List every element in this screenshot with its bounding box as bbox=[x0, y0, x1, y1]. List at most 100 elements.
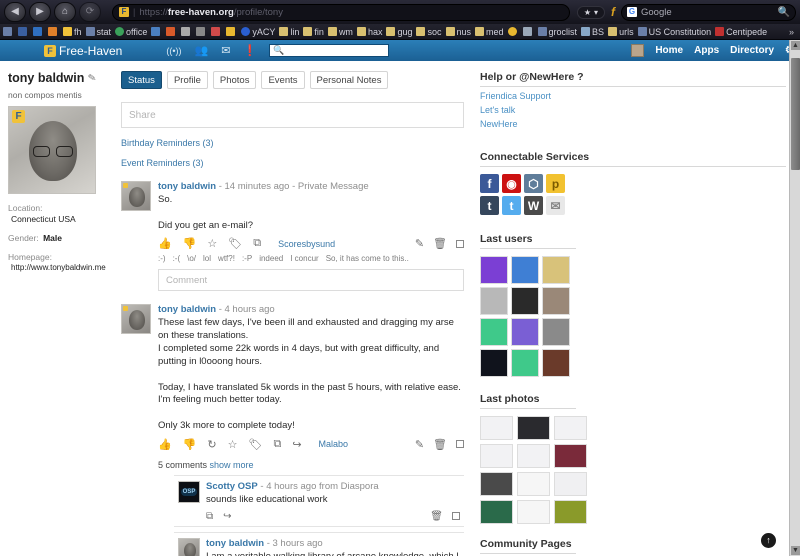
user-thumbnail[interactable] bbox=[480, 349, 508, 377]
user-thumbnail[interactable] bbox=[542, 256, 570, 284]
dislike-icon[interactable]: 👎 bbox=[183, 237, 197, 250]
bookmark-star-button[interactable]: ★ ▾ bbox=[577, 6, 605, 19]
bookmark-item[interactable] bbox=[166, 27, 177, 36]
tumblr-icon[interactable]: t bbox=[480, 196, 499, 215]
flash-plugin-icon[interactable]: f bbox=[608, 5, 618, 19]
post-location-link[interactable]: Scoresbysund bbox=[278, 239, 335, 249]
photo-thumbnail[interactable] bbox=[480, 444, 513, 468]
contacts-icon[interactable]: 👥 bbox=[195, 44, 209, 57]
bookmark-item[interactable] bbox=[226, 27, 237, 36]
photo-thumbnail[interactable] bbox=[480, 500, 513, 524]
twitter-icon[interactable]: t bbox=[502, 196, 521, 215]
bookmark-item[interactable]: med bbox=[475, 27, 504, 37]
photo-thumbnail[interactable] bbox=[554, 444, 587, 468]
photo-thumbnail[interactable] bbox=[554, 416, 587, 440]
emoji-indeed[interactable]: indeed bbox=[259, 254, 283, 263]
user-thumbnail[interactable] bbox=[542, 349, 570, 377]
bookmark-item[interactable] bbox=[508, 27, 519, 36]
home-button[interactable]: ⌂ bbox=[54, 2, 76, 22]
emoji-tongue[interactable]: :-P bbox=[242, 254, 252, 263]
bookmark-item[interactable]: office bbox=[115, 27, 147, 37]
photo-thumbnail[interactable] bbox=[480, 416, 513, 440]
bookmark-item[interactable]: US Constitution bbox=[638, 27, 712, 37]
tab-status[interactable]: Status bbox=[121, 71, 162, 89]
avatar[interactable] bbox=[121, 181, 151, 211]
photo-thumbnail[interactable] bbox=[480, 472, 513, 496]
page-scrollbar[interactable]: ▲ ▼ bbox=[789, 40, 800, 556]
tag-icon[interactable]: 🏷 bbox=[228, 237, 242, 250]
tab-personal-notes[interactable]: Personal Notes bbox=[310, 71, 389, 89]
browser-search-box[interactable]: G Google 🔍 bbox=[621, 4, 796, 21]
photo-thumbnail[interactable] bbox=[554, 472, 587, 496]
bookmark-item[interactable]: fin bbox=[303, 27, 324, 37]
scroll-down-arrow-icon[interactable]: ▼ bbox=[791, 546, 800, 555]
user-thumbnail[interactable] bbox=[511, 256, 539, 284]
photo-thumbnail[interactable] bbox=[517, 472, 550, 496]
save-icon[interactable]: ⧉ bbox=[206, 511, 213, 522]
bookmark-overflow-button[interactable]: » bbox=[789, 27, 797, 37]
tab-profile[interactable]: Profile bbox=[167, 71, 208, 89]
share-icon[interactable]: ↪ bbox=[223, 511, 231, 522]
bookmark-item[interactable]: hax bbox=[357, 27, 383, 37]
nav-directory[interactable]: Directory bbox=[730, 45, 774, 56]
scroll-thumb[interactable] bbox=[791, 58, 800, 170]
messages-icon[interactable]: ✉ bbox=[221, 44, 230, 57]
photo-thumbnail[interactable] bbox=[517, 444, 550, 468]
bookmark-item[interactable]: stat bbox=[86, 27, 112, 37]
bookmark-item[interactable] bbox=[211, 27, 222, 36]
photo-thumbnail[interactable] bbox=[554, 500, 587, 524]
star-icon[interactable]: ☆ bbox=[228, 438, 238, 451]
emoji-lol[interactable]: lol bbox=[203, 254, 211, 263]
emoji-smile[interactable]: :-) bbox=[158, 254, 166, 263]
bookmark-item[interactable]: soc bbox=[416, 27, 441, 37]
user-thumbnail[interactable] bbox=[542, 287, 570, 315]
diaspora-icon[interactable]: ◉ bbox=[502, 174, 521, 193]
emoji-frown[interactable]: :-( bbox=[173, 254, 181, 263]
show-more-link[interactable]: show more bbox=[210, 460, 254, 470]
scroll-up-arrow-icon[interactable]: ▲ bbox=[791, 41, 800, 50]
select-checkbox[interactable] bbox=[456, 240, 464, 248]
profile-homepage-link[interactable]: http://www.tonybaldwin.me bbox=[8, 263, 107, 272]
bookmark-item[interactable]: wm bbox=[328, 27, 353, 37]
address-bar[interactable]: F | https://free-haven.org/profile/tony bbox=[112, 4, 570, 21]
avatar[interactable] bbox=[121, 304, 151, 334]
share-input[interactable]: Share bbox=[121, 102, 464, 128]
select-checkbox[interactable] bbox=[452, 512, 460, 520]
delete-icon[interactable]: 🗑 bbox=[433, 237, 447, 250]
facebook-icon[interactable]: f bbox=[480, 174, 499, 193]
photo-thumbnail[interactable] bbox=[517, 416, 550, 440]
scroll-to-top-button[interactable]: ↑ bbox=[761, 533, 776, 548]
user-thumbnail[interactable] bbox=[480, 318, 508, 346]
bookmark-item[interactable] bbox=[18, 27, 29, 36]
like-icon[interactable]: 👍 bbox=[158, 438, 172, 451]
help-link-newhere[interactable]: NewHere bbox=[480, 119, 786, 129]
search-icon[interactable]: 🔍 bbox=[778, 7, 790, 18]
reload-button[interactable]: ⟳ bbox=[79, 2, 101, 22]
bookmark-item[interactable] bbox=[3, 27, 14, 36]
bookmark-item[interactable]: gug bbox=[386, 27, 412, 37]
delete-icon[interactable]: 🗑 bbox=[430, 511, 443, 522]
statusnet-icon[interactable]: ⬡ bbox=[524, 174, 543, 193]
wordpress-icon[interactable]: W bbox=[524, 196, 543, 215]
comment-author-link[interactable]: tony baldwin bbox=[206, 538, 264, 549]
save-icon[interactable]: ⧉ bbox=[253, 237, 261, 250]
post-author-link[interactable]: tony baldwin bbox=[158, 181, 216, 192]
site-brand[interactable]: F Free-Haven bbox=[44, 44, 122, 58]
post-location-link[interactable]: Malabo bbox=[319, 439, 349, 449]
bookmark-item[interactable]: nus bbox=[446, 27, 472, 37]
bookmark-item[interactable]: BS bbox=[581, 27, 604, 37]
select-checkbox[interactable] bbox=[456, 440, 464, 448]
birthday-reminders-link[interactable]: Birthday Reminders (3) bbox=[121, 138, 464, 148]
bookmark-item[interactable]: lin bbox=[279, 27, 299, 37]
bookmark-item[interactable] bbox=[48, 27, 59, 36]
user-thumbnail[interactable] bbox=[511, 349, 539, 377]
bookmark-item[interactable]: urls bbox=[608, 27, 634, 37]
network-icon[interactable]: ((•)) bbox=[166, 46, 181, 56]
emoji-concur[interactable]: I concur bbox=[290, 254, 318, 263]
repost-icon[interactable]: ↻ bbox=[207, 438, 216, 451]
profile-photo[interactable]: F bbox=[8, 106, 96, 194]
help-link-lets-talk[interactable]: Let's talk bbox=[480, 105, 786, 115]
user-thumbnail[interactable] bbox=[480, 256, 508, 284]
avatar[interactable] bbox=[631, 44, 644, 57]
like-icon[interactable]: 👍 bbox=[158, 237, 172, 250]
